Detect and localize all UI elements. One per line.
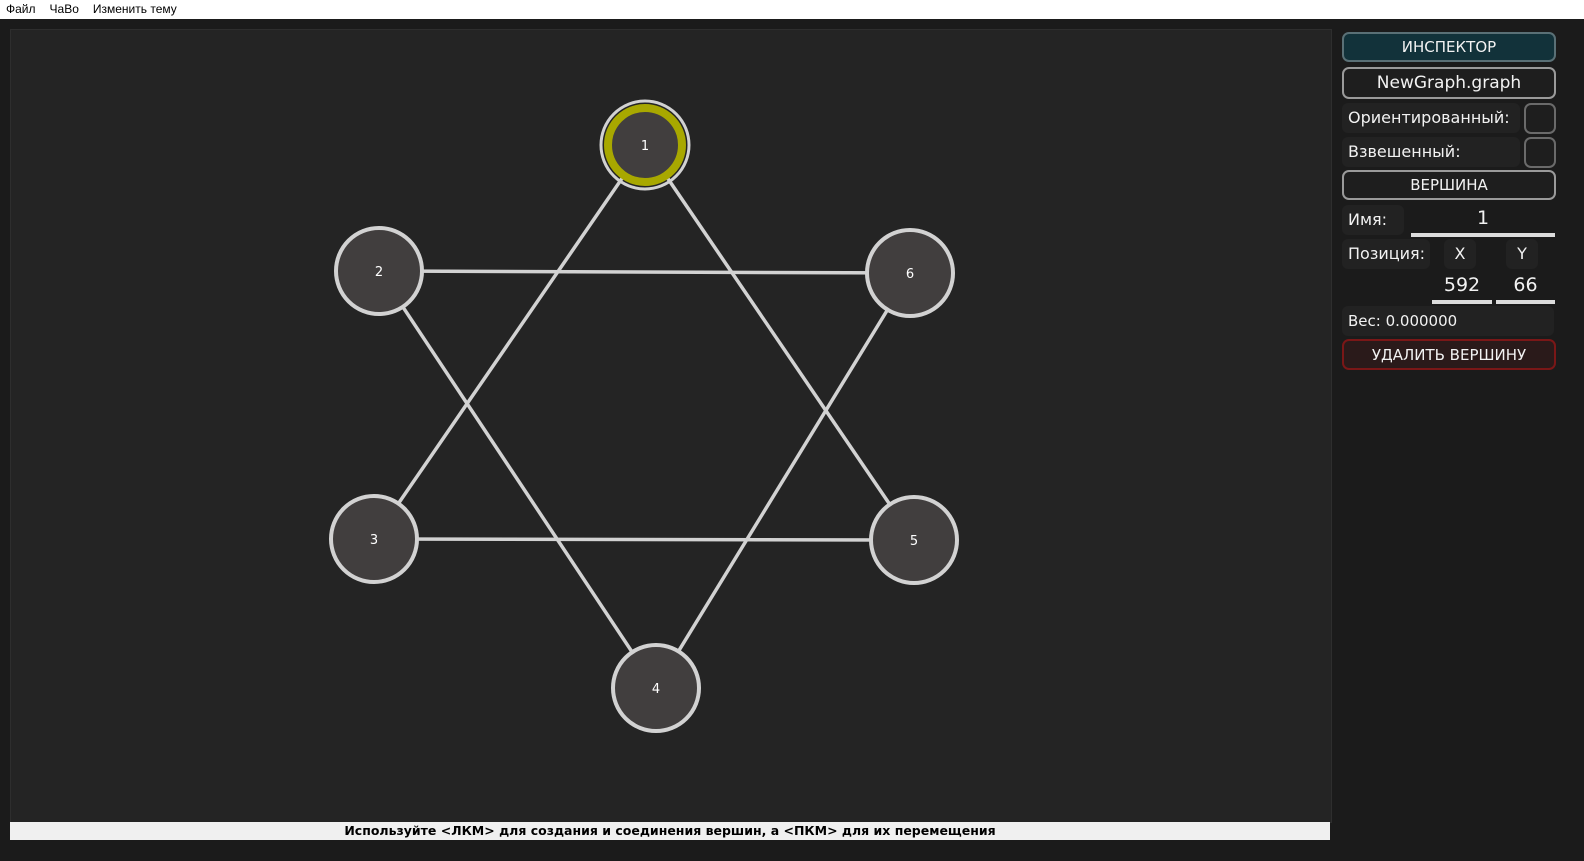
x-axis-label: X [1444,239,1476,269]
inspector-panel: ИНСПЕКТОР NewGraph.graph Ориентированный… [1338,29,1560,841]
weight-text: Вес: 0.000000 [1342,306,1554,336]
inspector-title-button[interactable]: ИНСПЕКТОР [1342,32,1556,62]
y-axis-label: Y [1506,239,1538,269]
edge-2-6[interactable] [378,269,911,275]
name-label: Имя: [1342,205,1404,235]
vertex-label: 5 [910,534,918,549]
graph-drawing[interactable]: 1 2 3 4 5 6 [11,30,1331,822]
menu-bar: Файл ЧаВо Изменить тему [0,0,1584,19]
edge-1-3[interactable] [372,144,647,540]
vertex-label: 3 [370,533,378,548]
vertex-6[interactable]: 6 [865,228,955,318]
vertex-5[interactable]: 5 [869,495,959,585]
vertex-label: 1 [641,139,649,154]
vertex-section-header[interactable]: ВЕРШИНА [1342,170,1556,200]
graph-editor-window: Файл ЧаВо Изменить тему 1 2 3 4 5 6 Используй… [0,0,1584,861]
file-name-button[interactable]: NewGraph.graph [1342,67,1556,99]
vertex-label: 6 [906,267,914,282]
vertex-4[interactable]: 4 [611,643,701,733]
graph-canvas[interactable]: 1 2 3 4 5 6 [10,29,1332,823]
weighted-label: Взвешенный: [1342,137,1520,167]
vertex-name-field[interactable]: 1 [1411,205,1555,237]
edges-layer [372,144,916,689]
menu-change-theme[interactable]: Изменить тему [86,0,184,19]
vertex-label: 4 [652,682,660,697]
vertices-layer: 1 2 3 4 5 6 [329,99,959,733]
edge-2-4[interactable] [377,270,658,689]
delete-vertex-button[interactable]: УДАЛИТЬ ВЕРШИНУ [1342,339,1556,370]
vertex-2[interactable]: 2 [334,226,424,316]
position-x-field[interactable]: 592 [1432,272,1492,304]
position-label: Позиция: [1342,239,1430,269]
edge-3-5[interactable] [373,537,915,542]
position-y-field[interactable]: 66 [1496,272,1555,304]
vertex-label: 2 [375,265,383,280]
weighted-checkbox[interactable] [1524,137,1556,168]
vertex-1[interactable]: 1 [599,99,691,191]
edge-1-5[interactable] [643,144,916,541]
vertex-3[interactable]: 3 [329,494,419,584]
menu-faq[interactable]: ЧаВо [43,0,86,19]
status-hint: Используйте <ЛКМ> для создания и соедине… [10,822,1330,840]
menu-file[interactable]: Файл [0,0,43,19]
directed-checkbox[interactable] [1524,103,1556,134]
directed-label: Ориентированный: [1342,103,1520,133]
